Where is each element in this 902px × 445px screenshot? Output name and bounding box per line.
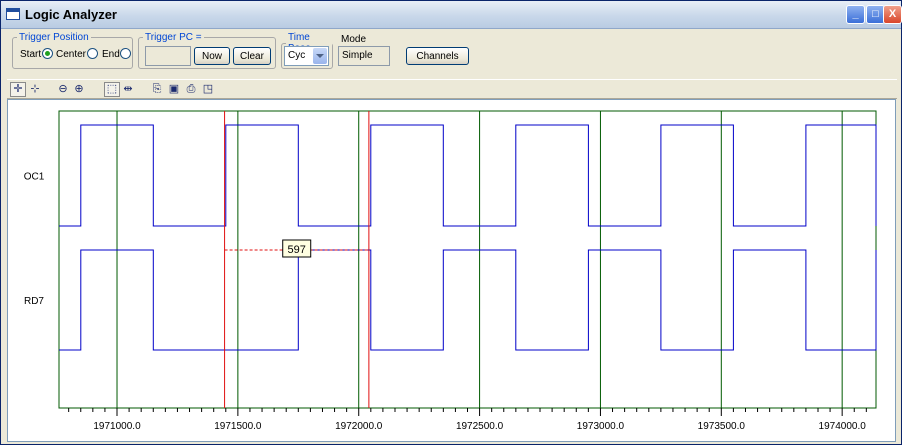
select-region-icon[interactable]: ⬚ [104, 82, 120, 97]
mode-field: Simple [338, 46, 390, 66]
trigger-start-label: Start [20, 49, 42, 60]
minimize-button[interactable]: _ [846, 5, 865, 24]
waveform-plot[interactable]: 597 1971000.0 1971500.0 1972000.0 1972500.0… [7, 99, 896, 442]
x-tick-label: 1971500.0 [214, 421, 262, 432]
title-bar[interactable]: Logic Analyzer _ □ X [1, 1, 902, 29]
trigger-pc-legend: Trigger PC = [145, 32, 202, 43]
zoom-out-icon[interactable]: ⊖ [55, 82, 71, 97]
now-button[interactable]: Now [194, 47, 230, 65]
waveform-svg[interactable]: 597 1971000.0 1971500.0 1972000.0 1972500.0… [8, 100, 895, 441]
copy-icon[interactable]: ⎘ [149, 82, 165, 97]
window-icon [6, 8, 20, 20]
clear-button[interactable]: Clear [233, 47, 271, 65]
time-base-select[interactable]: Cyc [284, 46, 329, 66]
x-tick-label: 1972000.0 [335, 421, 383, 432]
channels-button[interactable]: Channels [406, 47, 469, 65]
channel-label-rd7: RD7 [24, 296, 44, 307]
print-icon[interactable]: ⎙ [183, 82, 199, 97]
x-tick-label: 1974000.0 [819, 421, 867, 432]
cursor-measure-icon[interactable]: ⇹ [120, 82, 136, 97]
trigger-end-radio[interactable] [120, 48, 131, 59]
x-tick-label: 1971000.0 [93, 421, 141, 432]
x-tick-label: 1972500.0 [456, 421, 504, 432]
trigger-center-radio[interactable] [87, 48, 98, 59]
x-tick-label: 1973500.0 [698, 421, 746, 432]
pan-icon[interactable]: ✛ [10, 82, 26, 97]
toolbar: ✛ ⊹ ⊖ ⊕ ⬚ ⇹ ⎘ ▣ ⎙ ◳ [7, 79, 897, 99]
trigger-end-label: End [102, 49, 120, 60]
channel-label-oc1: OC1 [24, 172, 45, 183]
zoom-in-icon[interactable]: ⊕ [71, 82, 87, 97]
time-base-value: Cyc [288, 50, 306, 61]
x-tick-label: 1973000.0 [577, 421, 625, 432]
cursor-delta-label: 597 [288, 244, 306, 256]
plot-background [8, 100, 895, 441]
close-button[interactable]: X [883, 5, 902, 24]
trigger-center-label: Center [56, 49, 87, 60]
trigger-start-radio[interactable] [42, 48, 53, 59]
dropdown-arrow-icon[interactable] [313, 48, 327, 64]
window-title: Logic Analyzer [25, 7, 117, 22]
zoom-fit-icon[interactable]: ⊹ [27, 82, 43, 97]
trigger-position-legend: Trigger Position [19, 32, 89, 43]
print-preview-icon[interactable]: ◳ [200, 82, 216, 97]
trigger-pc-field[interactable] [145, 46, 191, 66]
mode-label: Mode [341, 34, 367, 45]
save-icon[interactable]: ▣ [166, 82, 182, 97]
logic-analyzer-window: Logic Analyzer _ □ X Trigger Position St… [0, 0, 902, 445]
